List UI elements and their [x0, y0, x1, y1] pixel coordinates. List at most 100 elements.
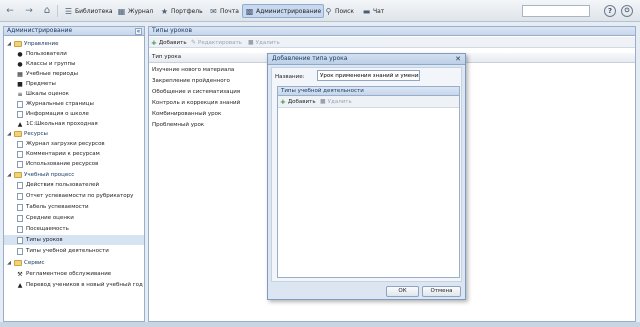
tree-item-label: Средние оценки [26, 215, 74, 221]
collapse-panel-icon[interactable]: « [135, 28, 142, 35]
admin-label: Администрирование [256, 7, 322, 15]
tree-item-periods[interactable]: ▦ Учебные периоды [16, 69, 156, 79]
table-row[interactable]: Контроль и коррекция знаний [152, 98, 240, 108]
tree-item-average-grades[interactable]: Средние оценки [16, 213, 156, 223]
tree-item-subjects[interactable]: ■ Предметы [16, 79, 156, 89]
tree-item-label: Предметы [26, 81, 56, 87]
tree-item-label: Табель успеваемости [26, 204, 89, 210]
tree-item-user-actions[interactable]: Действия пользователей [16, 180, 156, 190]
portfolio-button[interactable]: ★ Портфель [158, 4, 205, 18]
tree-group-service[interactable]: ◢ Сервис [6, 258, 146, 268]
chat-button[interactable]: ▬ Чат [360, 4, 386, 18]
top-toolbar: ← → ⌂ ☰ Библиотека ▦ Журнал ★ Портфель ✉… [0, 0, 640, 22]
add-lesson-type-button[interactable]: + Добавить [151, 38, 187, 47]
cancel-button[interactable]: Отмена [422, 286, 461, 297]
tree-item-rubric-report[interactable]: Отчет успеваемости по рубрикатору [16, 191, 156, 201]
home-icon[interactable]: ⌂ [42, 6, 52, 16]
tree-item-activity-types[interactable]: Типы учебной деятельности [16, 246, 156, 256]
tree-item-grade-sheet[interactable]: Табель успеваемости [16, 202, 156, 212]
add-label: Добавить [158, 39, 187, 46]
add-label: Добавить [287, 98, 316, 105]
status-bar [0, 322, 640, 327]
tree-item-resource-log[interactable]: Журнал загрузки ресурсов [16, 139, 156, 149]
mail-button[interactable]: ✉ Почта [207, 4, 241, 18]
transfer-icon: ▲ [17, 281, 23, 289]
search-label: Поиск [335, 7, 355, 15]
back-arrow-icon[interactable]: ← [5, 6, 15, 16]
folder-icon [14, 40, 22, 48]
search-button[interactable]: ⚲ Поиск [322, 4, 356, 18]
trash-icon: ■ [248, 39, 254, 46]
dialog-title: Добавление типа урока [272, 55, 348, 62]
tree-item-classes[interactable]: ● Классы и группы [16, 59, 156, 69]
wrench-icon: ⚒ [17, 270, 23, 278]
library-label: Библиотека [75, 7, 113, 15]
collapse-triangle-icon[interactable]: ◢ [6, 131, 12, 137]
delete-lesson-type-button[interactable]: ■ Удалить [248, 38, 280, 47]
dialog-header: Добавление типа урока ✕ [268, 54, 465, 65]
close-icon[interactable]: ✕ [455, 55, 461, 64]
trash-icon: ■ [320, 98, 326, 105]
power-icon[interactable]: ⏻ [621, 5, 633, 17]
page-icon [16, 100, 24, 108]
tree-item-maintenance[interactable]: ⚒ Регламентное обслуживание [16, 269, 156, 279]
mail-label: Почта [220, 7, 239, 15]
name-label: Название: [275, 74, 305, 80]
add-activity-type-button[interactable]: + Добавить [280, 97, 316, 106]
lesson-type-name-input[interactable] [317, 70, 420, 81]
delete-label: Удалить [327, 98, 352, 105]
tree-group-management[interactable]: ◢ Управление [6, 39, 146, 49]
tree-item-school-info[interactable]: Информация о школе [16, 109, 156, 119]
activity-types-subpanel: Типы учебной деятельности + Добавить ■ У… [277, 86, 460, 278]
book-icon: ■ [17, 80, 23, 88]
journal-button[interactable]: ▦ Журнал [115, 4, 155, 18]
portfolio-icon: ★ [160, 6, 169, 16]
library-icon: ☰ [64, 6, 73, 16]
tree-item-label: Журнальные страницы [26, 101, 94, 107]
tree-item-label: Типы учебной деятельности [26, 248, 109, 254]
collapse-triangle-icon[interactable]: ◢ [6, 172, 12, 178]
tree-item-attendance[interactable]: Посещаемость [16, 224, 156, 234]
table-row[interactable]: Комбинированный урок [152, 109, 221, 119]
tree-item-lesson-types[interactable]: Типы уроков [4, 235, 144, 245]
collapse-triangle-icon[interactable]: ◢ [6, 41, 12, 47]
global-search-input[interactable] [522, 5, 590, 17]
delete-activity-type-button[interactable]: ■ Удалить [320, 97, 352, 106]
page-icon [16, 160, 24, 168]
page-icon [16, 236, 24, 244]
tree-item-resource-comments[interactable]: Комментарии к ресурсам [16, 149, 156, 159]
edit-lesson-type-button[interactable]: ✎ Редактировать [191, 38, 242, 47]
plus-icon: + [151, 38, 157, 47]
ok-button[interactable]: ОК [386, 286, 419, 297]
tree-item-checkpoint[interactable]: ▲ 1С:Школьная проходная [16, 119, 156, 129]
activity-types-list[interactable] [278, 108, 459, 277]
lesson-types-title: Типы уроков [152, 27, 192, 34]
folder-icon [14, 259, 22, 267]
tree-item-grade-scales[interactable]: ≡ Шкалы оценок [16, 89, 156, 99]
search-icon: ⚲ [325, 6, 332, 16]
table-row[interactable]: Обобщение и систематизация [152, 87, 240, 97]
tree-group-resources[interactable]: ◢ Ресурсы [6, 129, 146, 139]
tree-item-users[interactable]: ● Пользователи [16, 49, 156, 59]
pencil-icon: ✎ [191, 39, 197, 46]
journal-label: Журнал [128, 7, 154, 15]
tree-item-resource-usage[interactable]: Использование ресурсов [16, 159, 156, 169]
admin-icon: ▩ [245, 6, 254, 16]
tree-group-educational-process[interactable]: ◢ Учебный процесс [6, 170, 146, 180]
table-row[interactable]: Изучение нового материала [152, 65, 234, 75]
admin-panel-title: Администрирование [7, 27, 73, 34]
calendar-icon: ▦ [17, 70, 23, 78]
tree-item-label: Классы и группы [26, 61, 76, 67]
school-icon [16, 110, 24, 118]
admin-button[interactable]: ▩ Администрирование [242, 4, 325, 18]
tree-item-journal-pages[interactable]: Журнальные страницы [16, 99, 156, 109]
page-icon [16, 140, 24, 148]
forward-arrow-icon[interactable]: → [24, 6, 34, 16]
collapse-triangle-icon[interactable]: ◢ [6, 260, 12, 266]
table-row[interactable]: Закрепление пройденного [152, 76, 230, 86]
admin-navigation-panel: Администрирование « ◢ Управление ● Польз… [3, 26, 145, 322]
tree-item-year-transfer[interactable]: ▲ Перевод учеников в новый учебный год [16, 280, 156, 290]
help-icon[interactable]: ? [604, 5, 616, 17]
table-row[interactable]: Проблемный урок [152, 120, 204, 130]
library-button[interactable]: ☰ Библиотека [62, 4, 115, 18]
